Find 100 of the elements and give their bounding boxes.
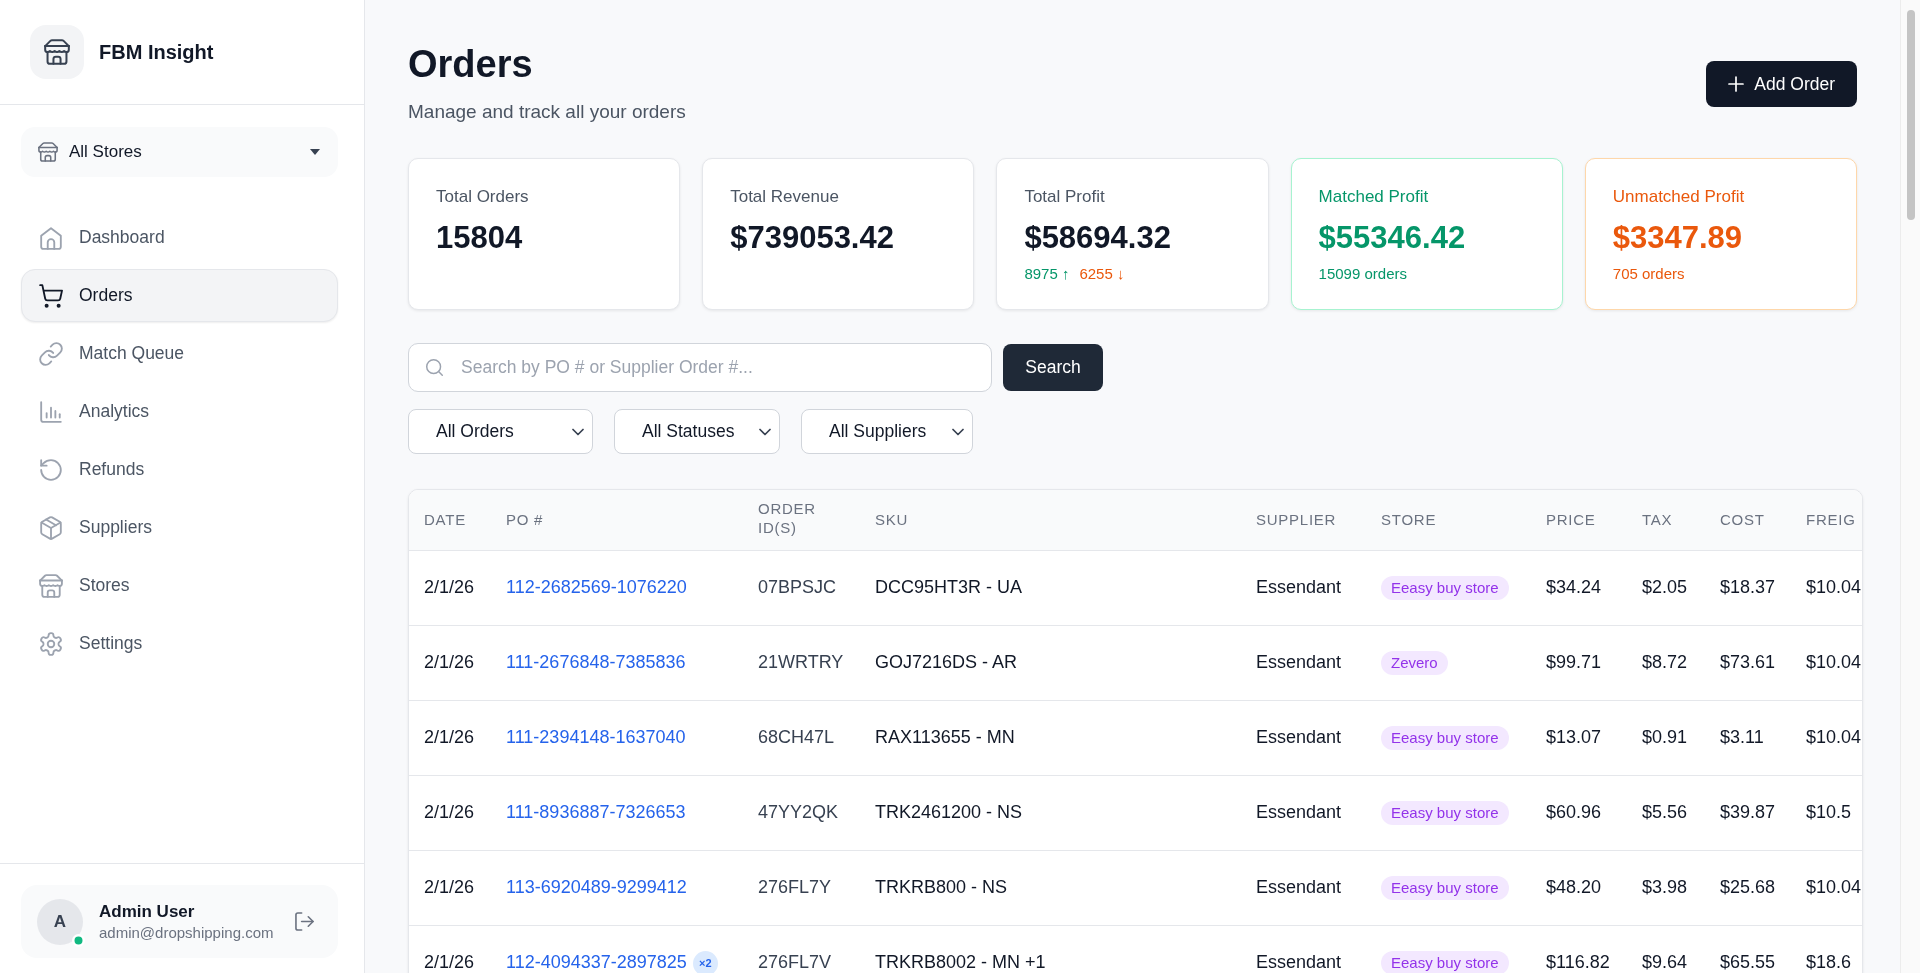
store-tag: Zevero <box>1381 651 1448 676</box>
order-date: 2/1/26 <box>424 877 475 898</box>
order-date: 2/1/26 <box>424 727 475 748</box>
add-order-button[interactable]: Add Order <box>1706 61 1857 108</box>
cube-icon <box>39 515 63 540</box>
order-id: 07BPSJC <box>758 577 837 598</box>
store-tag: Eeasy buy store <box>1381 576 1509 601</box>
nav-item[interactable]: Match Queue <box>21 327 338 380</box>
stat-label: Total Orders <box>436 187 530 208</box>
amount-value: $18.6 <box>1806 952 1852 973</box>
sku-code: TRKRB8002 - MN +1 <box>875 952 1046 973</box>
price-value: $99.71 <box>1546 652 1602 673</box>
stat-note: 705 orders <box>1612 265 1686 284</box>
bar-chart-icon <box>39 399 63 424</box>
po-link[interactable]: 113-6920489-9299412 <box>506 877 687 898</box>
nav-item[interactable]: Orders <box>21 269 338 322</box>
user-name: Admin User <box>99 900 196 923</box>
chevron-down-icon <box>759 428 771 437</box>
column-header: DATE <box>424 510 466 530</box>
po-link[interactable]: 111-2676848-7385836 <box>506 652 686 673</box>
nav-item[interactable]: Settings <box>21 617 338 670</box>
store-logo-icon <box>30 25 84 79</box>
stat-label: Total Profit <box>1024 187 1106 208</box>
page-subtitle: Manage and track all your orders <box>408 99 686 124</box>
stat-value: $739053.42 <box>730 219 895 257</box>
chevron-down-icon <box>572 428 584 437</box>
store-icon <box>38 142 58 162</box>
cost-value: $73.61 <box>1720 652 1776 673</box>
order-id: 68CH47L <box>758 727 835 748</box>
user-avatar: A <box>37 898 83 945</box>
amount-value: $10.04 <box>1806 877 1862 898</box>
tax-value: $8.72 <box>1642 652 1688 673</box>
price-value: $48.20 <box>1546 877 1602 898</box>
stat-value: $3347.89 <box>1612 219 1744 257</box>
order-id: 276FL7Y <box>758 877 832 898</box>
search-icon <box>425 358 444 378</box>
price-value: $60.96 <box>1546 802 1602 823</box>
filter-select[interactable]: All Suppliers <box>801 409 973 455</box>
cost-value: $39.87 <box>1720 802 1776 823</box>
filter-select[interactable]: All Statuses <box>614 409 780 455</box>
app-title: FBM Insight <box>99 40 214 65</box>
tax-value: $3.98 <box>1642 877 1688 898</box>
nav-item[interactable]: Suppliers <box>21 501 338 554</box>
scrollbar-thumb[interactable] <box>1906 10 1915 220</box>
settings-icon <box>39 631 63 656</box>
tax-value: $9.64 <box>1642 952 1688 973</box>
order-date: 2/1/26 <box>424 802 475 823</box>
down-count: 6255 ↓ <box>1079 265 1125 284</box>
store-tag: Eeasy buy store <box>1381 801 1509 826</box>
order-id: 47YY2QK <box>758 802 839 823</box>
column-header: PO # <box>506 510 544 530</box>
po-link[interactable]: 111-2394148-1637040 <box>506 727 686 748</box>
po-link[interactable]: 111-8936887-7326653 <box>506 802 686 823</box>
tax-value: $0.91 <box>1642 727 1688 748</box>
cost-value: $3.11 <box>1720 727 1764 748</box>
price-value: $13.07 <box>1546 727 1602 748</box>
supplier-name: Essendant <box>1256 877 1342 898</box>
column-header: TAX <box>1642 510 1673 530</box>
amount-value: $10.04 <box>1806 577 1862 598</box>
stat-value: $58694.32 <box>1024 219 1172 257</box>
filter-select[interactable]: All Orders <box>408 409 593 455</box>
price-value: $34.24 <box>1546 577 1602 598</box>
column-header: ORDER ID(S) <box>758 499 817 538</box>
amount-value: $10.04 <box>1806 727 1862 748</box>
order-date: 2/1/26 <box>424 652 475 673</box>
stat-label: Total Revenue <box>730 187 840 208</box>
caret-icon <box>310 149 320 155</box>
chevron-down-icon <box>952 428 964 437</box>
stat-note: 15099 orders <box>1318 265 1408 284</box>
nav-item[interactable]: Refunds <box>21 443 338 496</box>
search-button[interactable]: Search <box>1003 344 1103 392</box>
nav-item[interactable]: Analytics <box>21 385 338 438</box>
sku-code: RAX113655 - MN <box>875 727 1015 748</box>
store-tag: Eeasy buy store <box>1381 951 1509 973</box>
store-select[interactable]: All Stores <box>21 127 338 177</box>
cost-value: $65.55 <box>1720 952 1776 973</box>
link-icon <box>39 341 63 366</box>
search-field[interactable]: Search by PO # or Supplier Order #... <box>408 343 992 393</box>
user-email: admin@dropshipping.com <box>99 922 274 943</box>
store-tag: Eeasy buy store <box>1381 876 1509 901</box>
order-id: 276FL7V <box>758 952 832 973</box>
tax-value: $2.05 <box>1642 577 1688 598</box>
order-date: 2/1/26 <box>424 577 475 598</box>
order-date: 2/1/26 <box>424 952 475 973</box>
logout-icon[interactable] <box>295 912 314 931</box>
nav-item[interactable]: Dashboard <box>21 211 338 264</box>
store-tag: Eeasy buy store <box>1381 726 1509 751</box>
cart-icon <box>39 283 63 308</box>
supplier-name: Essendant <box>1256 802 1342 823</box>
store-icon <box>39 573 63 598</box>
supplier-name: Essendant <box>1256 727 1342 748</box>
po-link[interactable]: 112-4094337-2897825 <box>506 952 687 973</box>
nav-item[interactable]: Stores <box>21 559 338 612</box>
plus-icon <box>1728 76 1745 93</box>
up-count: 8975 ↑ <box>1024 265 1070 284</box>
column-header: SKU <box>875 510 909 530</box>
po-link[interactable]: 112-2682569-1076220 <box>506 577 687 598</box>
supplier-name: Essendant <box>1256 577 1342 598</box>
sku-code: GOJ7216DS - AR <box>875 652 1018 673</box>
column-header: SUPPLIER <box>1256 510 1337 530</box>
